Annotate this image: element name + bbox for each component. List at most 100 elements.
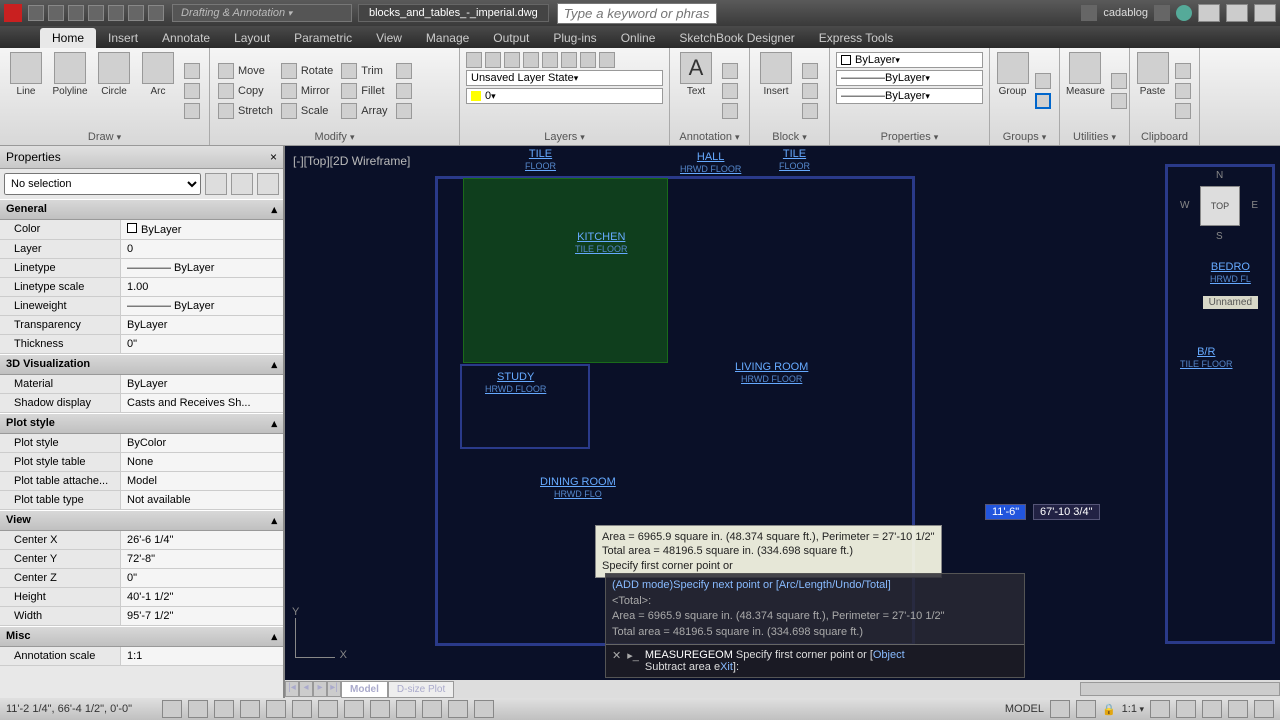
saveas-icon[interactable] xyxy=(88,5,104,21)
polyline-button[interactable]: Polyline xyxy=(50,52,90,129)
edit-button[interactable] xyxy=(800,82,820,100)
groupedit-button[interactable] xyxy=(1033,92,1053,110)
ws-switch-icon[interactable] xyxy=(1176,700,1196,718)
line-button[interactable]: Line xyxy=(6,52,46,129)
layermatch-icon[interactable] xyxy=(542,52,558,68)
attr-button[interactable] xyxy=(800,102,820,120)
layer-state-dropdown[interactable]: Unsaved Layer State xyxy=(466,70,663,86)
panel-clipboard-label[interactable]: Clipboard xyxy=(1136,129,1193,143)
ellipse-button[interactable] xyxy=(182,102,202,120)
prop-category[interactable]: 3D Visualization▴ xyxy=(0,354,283,375)
prop-row[interactable]: Width95'-7 1/2" xyxy=(0,607,283,626)
file-tab[interactable]: blocks_and_tables_-_imperial.dwg xyxy=(358,4,549,22)
layeroff-icon[interactable] xyxy=(485,52,501,68)
move-button[interactable]: Move xyxy=(216,62,275,80)
app-logo[interactable] xyxy=(4,4,22,22)
color-dropdown[interactable]: ByLayer xyxy=(836,52,983,68)
array-button[interactable]: Array xyxy=(339,102,389,120)
qselect-icon2[interactable] xyxy=(257,173,279,195)
panel-properties-label[interactable]: Properties xyxy=(836,129,983,143)
ortho-toggle[interactable] xyxy=(214,700,234,718)
coords-readout[interactable]: 11'-2 1/4", 66'-4 1/2", 0'-0" xyxy=(6,703,156,715)
tab-insert[interactable]: Insert xyxy=(96,28,150,48)
prop-row[interactable]: Shadow displayCasts and Receives Sh... xyxy=(0,394,283,413)
ungroup-button[interactable] xyxy=(1033,72,1053,90)
drawing-canvas[interactable]: [-][Top][2D Wireframe] TOP NS EW Unnamed… xyxy=(285,146,1280,698)
select-button[interactable] xyxy=(1109,72,1129,90)
workspace-dropdown[interactable]: Drafting & Annotation xyxy=(172,4,352,22)
tab-output[interactable]: Output xyxy=(481,28,541,48)
prop-category[interactable]: Misc▴ xyxy=(0,626,283,647)
tab-online[interactable]: Online xyxy=(609,28,668,48)
rect-button[interactable] xyxy=(182,62,202,80)
prop-row[interactable]: Layer0 xyxy=(0,240,283,259)
layerlock-icon[interactable] xyxy=(523,52,539,68)
rotate-button[interactable]: Rotate xyxy=(279,62,335,80)
tab-manage[interactable]: Manage xyxy=(414,28,481,48)
properties-header[interactable]: Properties× xyxy=(0,146,283,169)
model-space-toggle[interactable]: MODEL xyxy=(1005,703,1044,715)
explode-button[interactable] xyxy=(394,82,414,100)
scale-button[interactable]: Scale xyxy=(279,102,335,120)
group-button[interactable]: Group xyxy=(996,52,1029,129)
lweight-dropdown[interactable]: ———— ByLayer xyxy=(836,70,983,86)
prop-row[interactable]: Center X26'-6 1/4" xyxy=(0,531,283,550)
tab-parametric[interactable]: Parametric xyxy=(282,28,364,48)
hscrollbar[interactable] xyxy=(1080,682,1280,696)
snap-toggle[interactable] xyxy=(162,700,182,718)
dim-input1[interactable]: 11'-6" xyxy=(985,504,1026,520)
panel-groups-label[interactable]: Groups xyxy=(996,129,1053,143)
hardware-icon[interactable] xyxy=(1202,700,1222,718)
search-input[interactable] xyxy=(557,3,717,24)
panel-block-label[interactable]: Block xyxy=(756,129,823,143)
prop-category[interactable]: View▴ xyxy=(0,510,283,531)
pickadd-icon[interactable] xyxy=(205,173,227,195)
3dosnap-toggle[interactable] xyxy=(292,700,312,718)
table-button[interactable] xyxy=(720,102,740,120)
view-label[interactable]: [-][Top][2D Wireframe] xyxy=(293,154,410,168)
tab-sketchbook[interactable]: SketchBook Designer xyxy=(667,28,806,48)
command-window[interactable]: (ADD mode)Specify next point or [Arc/Len… xyxy=(605,573,1025,678)
qselect-button[interactable] xyxy=(1109,92,1129,110)
polar-toggle[interactable] xyxy=(240,700,260,718)
undo-icon[interactable] xyxy=(128,5,144,21)
arc-button[interactable]: Arc xyxy=(138,52,178,129)
tab-express[interactable]: Express Tools xyxy=(807,28,905,48)
help-icon[interactable] xyxy=(1176,5,1192,21)
measure-button[interactable]: Measure xyxy=(1066,52,1105,129)
prop-row[interactable]: Plot styleByColor xyxy=(0,434,283,453)
prop-row[interactable]: Plot table typeNot available xyxy=(0,491,283,510)
annovis-icon[interactable] xyxy=(1150,700,1170,718)
insert-button[interactable]: Insert xyxy=(756,52,796,129)
leader-button[interactable] xyxy=(720,82,740,100)
sc-toggle[interactable] xyxy=(474,700,494,718)
annoscale-dropdown[interactable]: 1:1 xyxy=(1122,703,1144,715)
new-icon[interactable] xyxy=(28,5,44,21)
mirror-button[interactable]: Mirror xyxy=(279,82,335,100)
tab-model[interactable]: Model xyxy=(341,681,388,698)
close-button[interactable] xyxy=(1254,4,1276,22)
cmd-expand-icon[interactable]: ▸_ xyxy=(627,649,639,662)
palette-close-icon[interactable]: × xyxy=(270,150,277,164)
quicklayouts-icon[interactable] xyxy=(1076,700,1096,718)
otrack-toggle[interactable] xyxy=(318,700,338,718)
grid-toggle[interactable] xyxy=(188,700,208,718)
prop-row[interactable]: Plot style tableNone xyxy=(0,453,283,472)
panel-annotation-label[interactable]: Annotation xyxy=(676,129,743,143)
layerun-icon[interactable] xyxy=(599,52,615,68)
plot-icon[interactable] xyxy=(108,5,124,21)
fillet-button[interactable]: Fillet xyxy=(339,82,389,100)
minimize-button[interactable] xyxy=(1198,4,1220,22)
selectobj-icon[interactable] xyxy=(231,173,253,195)
ccopy-button[interactable] xyxy=(1173,82,1193,100)
prop-row[interactable]: Thickness0" xyxy=(0,335,283,354)
tab-plugins[interactable]: Plug-ins xyxy=(541,28,608,48)
signin-icon[interactable] xyxy=(1081,5,1097,21)
lwt-toggle[interactable] xyxy=(396,700,416,718)
tab-view[interactable]: View xyxy=(364,28,414,48)
panel-draw-label[interactable]: Draw xyxy=(6,129,203,143)
prop-row[interactable]: Lineweight———— ByLayer xyxy=(0,297,283,316)
layerfreeze-icon[interactable] xyxy=(504,52,520,68)
layeriso-icon[interactable] xyxy=(580,52,596,68)
isolate-icon[interactable] xyxy=(1228,700,1248,718)
